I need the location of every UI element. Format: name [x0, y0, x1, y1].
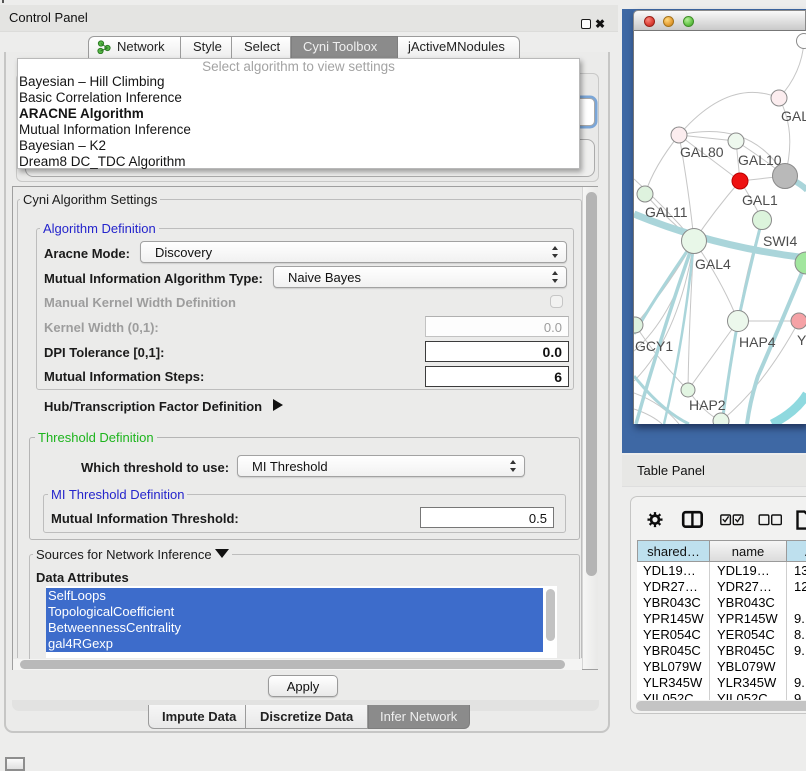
- svg-text:GAL1: GAL1: [742, 192, 778, 208]
- svg-text:HAP4: HAP4: [739, 334, 776, 350]
- svg-text:GAL11: GAL11: [645, 204, 688, 220]
- svg-text:HAP2: HAP2: [689, 397, 726, 413]
- svg-text:GAL: GAL: [781, 108, 806, 124]
- svg-text:GAL10: GAL10: [738, 152, 782, 168]
- svg-text:Y: Y: [797, 332, 806, 348]
- svg-text:GAL4: GAL4: [695, 256, 731, 272]
- svg-text:GCY1: GCY1: [635, 338, 673, 354]
- svg-text:SWI4: SWI4: [763, 233, 797, 249]
- svg-text:GAL80: GAL80: [680, 144, 724, 160]
